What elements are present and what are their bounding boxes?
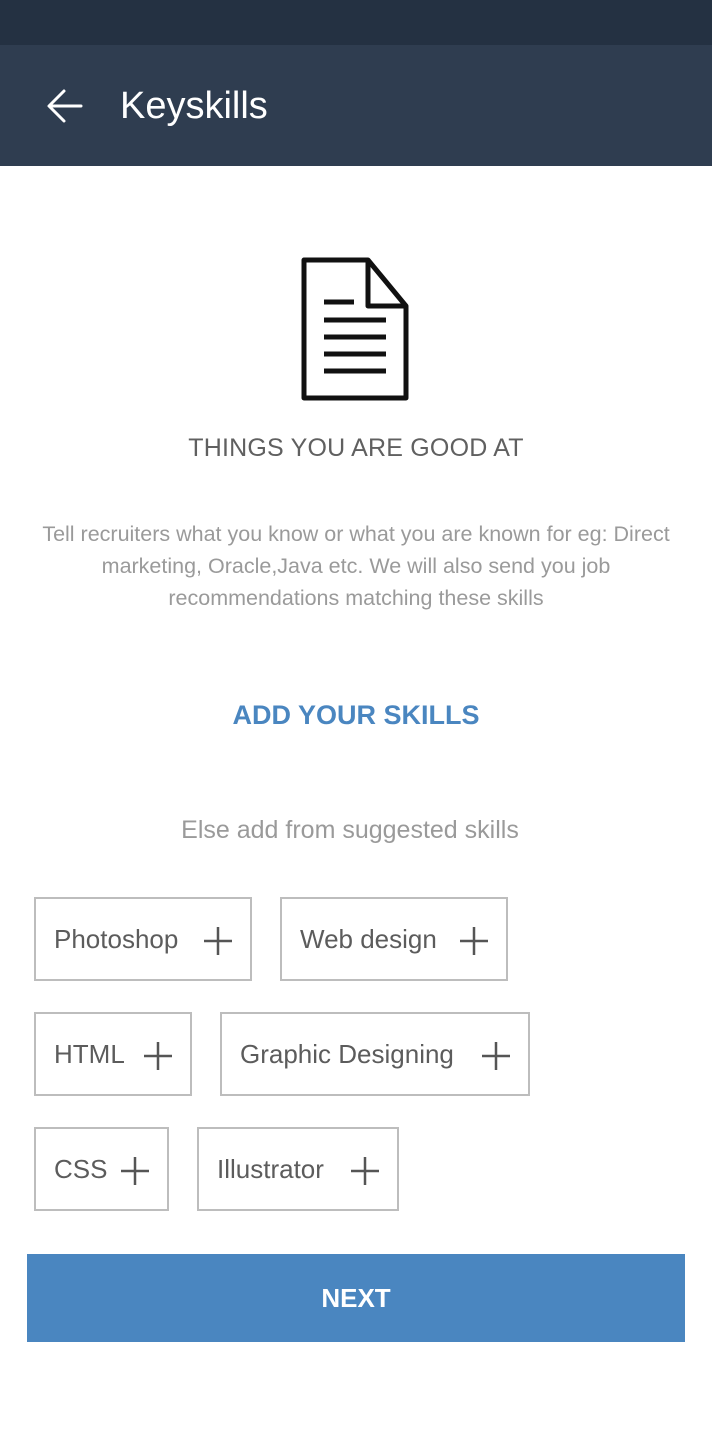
section-heading: THINGS YOU ARE GOOD AT <box>188 434 524 462</box>
skill-chip-css[interactable]: CSS <box>34 1127 169 1211</box>
arrow-left-icon <box>47 89 83 123</box>
app-bar: Keyskills <box>0 45 712 166</box>
skill-chip-label: Web design <box>300 923 437 954</box>
plus-icon <box>460 927 488 955</box>
plus-icon <box>482 1042 510 1070</box>
skill-chip-label: HTML <box>54 1038 125 1069</box>
plus-icon <box>144 1042 172 1070</box>
plus-icon <box>121 1157 149 1185</box>
back-button[interactable] <box>40 81 90 131</box>
skill-chip-web-design[interactable]: Web design <box>280 897 508 981</box>
section-description: Tell recruiters what you know or what yo… <box>42 522 670 610</box>
document-icon <box>301 257 409 401</box>
add-your-skills-link[interactable]: ADD YOUR SKILLS <box>0 700 712 731</box>
skill-chip-photoshop[interactable]: Photoshop <box>34 897 252 981</box>
plus-icon <box>351 1157 379 1185</box>
skill-chip-html[interactable]: HTML <box>34 1012 192 1096</box>
suggested-skills-label: Else add from suggested skills <box>181 816 519 844</box>
page-title: Keyskills <box>120 85 268 127</box>
skill-chip-label: Photoshop <box>54 923 179 954</box>
skill-chip-label: Graphic Designing <box>240 1038 454 1069</box>
skill-chip-label: Illustrator <box>217 1153 324 1184</box>
next-button[interactable]: NEXT <box>27 1254 685 1342</box>
skill-chip-illustrator[interactable]: Illustrator <box>197 1127 399 1211</box>
status-bar <box>0 0 712 45</box>
plus-icon <box>204 927 232 955</box>
skill-chip-graphic-designing[interactable]: Graphic Designing <box>220 1012 530 1096</box>
skill-chip-label: CSS <box>54 1153 108 1184</box>
